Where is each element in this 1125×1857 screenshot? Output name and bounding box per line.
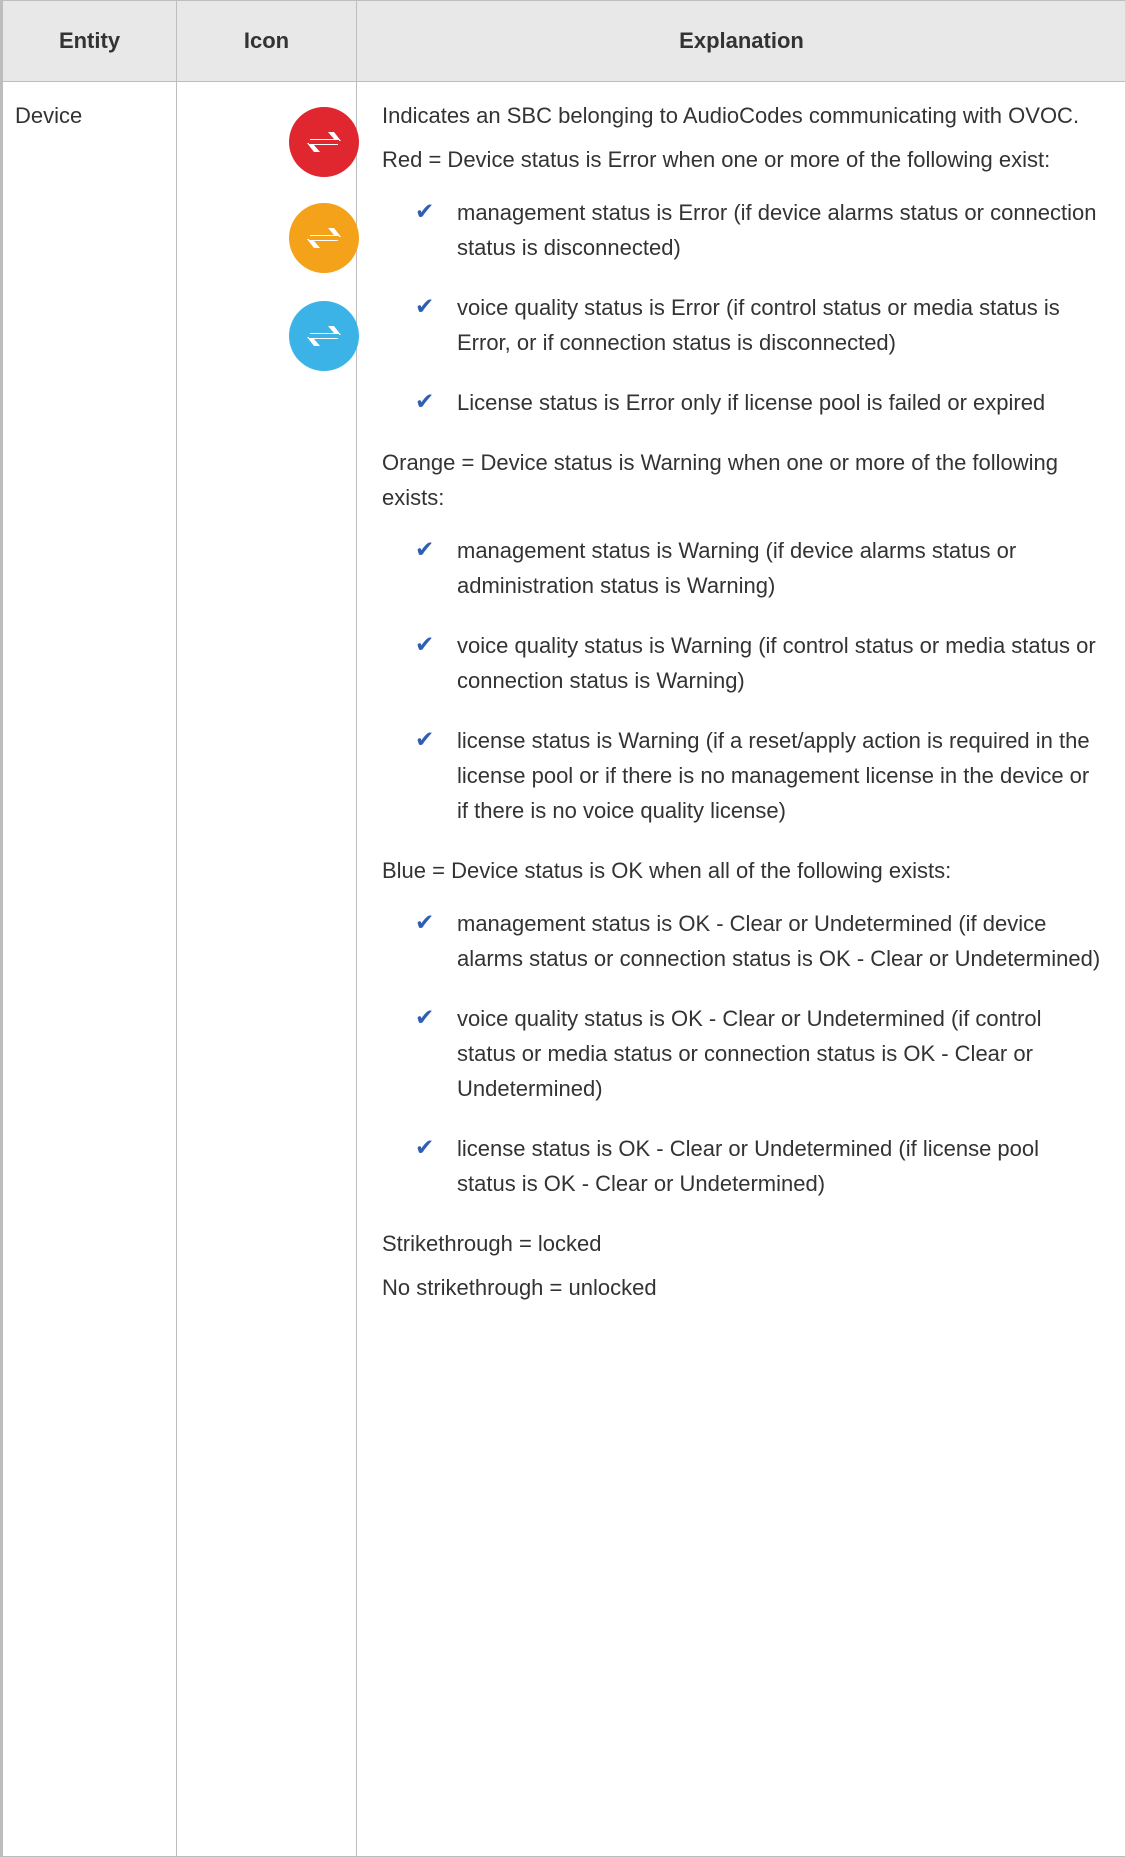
check-icon: ✔ xyxy=(415,389,435,415)
entity-icon-table: Entity Icon Explanation Device Indicates… xyxy=(0,0,1125,1857)
check-icon: ✔ xyxy=(415,910,435,936)
list-item-text: voice quality status is OK - Clear or Un… xyxy=(457,1006,1042,1101)
check-icon: ✔ xyxy=(415,1005,435,1031)
entity-label: Device xyxy=(15,103,83,128)
list-item-text: license status is Warning (if a reset/ap… xyxy=(457,728,1090,823)
list-item-text: voice quality status is Warning (if cont… xyxy=(457,633,1096,693)
check-icon: ✔ xyxy=(415,727,435,753)
device-warning-icon xyxy=(288,202,360,274)
list-item: ✔ management status is Warning (if devic… xyxy=(382,533,1102,603)
device-ok-icon xyxy=(288,300,360,372)
list-item: ✔ license status is Warning (if a reset/… xyxy=(382,723,1102,828)
icon-cell xyxy=(176,81,360,1857)
strikethrough-note: Strikethrough = locked xyxy=(382,1231,602,1256)
list-item: ✔ License status is Error only if licens… xyxy=(382,385,1102,420)
list-item-text: management status is OK - Clear or Undet… xyxy=(457,911,1101,971)
device-ok-icon-svg xyxy=(289,301,359,371)
list-item-text: License status is Error only if license … xyxy=(457,390,1046,415)
list-item-text: management status is Error (if device al… xyxy=(457,200,1097,260)
header-icon: Icon xyxy=(176,0,357,82)
list-item: ✔ management status is Error (if device … xyxy=(382,195,1102,265)
explanation-cell: Indicates an SBC belonging to AudioCodes… xyxy=(356,81,1125,1857)
device-error-icon-svg xyxy=(289,107,359,177)
intro-text: Indicates an SBC belonging to AudioCodes… xyxy=(382,103,1080,128)
red-heading: Red = Device status is Error when one or… xyxy=(382,147,1051,172)
list-item: ✔ management status is OK - Clear or Und… xyxy=(382,906,1102,976)
header-entity: Entity xyxy=(0,0,177,82)
header-explanation: Explanation xyxy=(356,0,1125,82)
list-item: ✔ voice quality status is OK - Clear or … xyxy=(382,1001,1102,1106)
device-warning-icon-svg xyxy=(289,203,359,273)
orange-heading: Orange = Device status is Warning when o… xyxy=(382,450,1059,510)
check-icon: ✔ xyxy=(415,537,435,563)
list-item-text: voice quality status is Error (if contro… xyxy=(457,295,1060,355)
list-item: ✔ voice quality status is Error (if cont… xyxy=(382,290,1102,360)
no-strikethrough-note: No strikethrough = unlocked xyxy=(382,1275,657,1300)
list-item-text: license status is OK - Clear or Undeterm… xyxy=(457,1136,1040,1196)
table-header-row: Entity Icon Explanation xyxy=(0,0,1125,82)
list-item-text: management status is Warning (if device … xyxy=(457,538,1017,598)
check-icon: ✔ xyxy=(415,1135,435,1161)
blue-heading: Blue = Device status is OK when all of t… xyxy=(382,858,952,883)
check-icon: ✔ xyxy=(415,294,435,320)
table-row-device: Device Indicates an SBC belonging to Aud… xyxy=(0,81,1125,1857)
entity-cell: Device xyxy=(0,81,177,1857)
check-icon: ✔ xyxy=(415,632,435,658)
list-item: ✔ voice quality status is Warning (if co… xyxy=(382,628,1102,698)
device-error-icon xyxy=(288,106,360,178)
check-icon: ✔ xyxy=(415,199,435,225)
list-item: ✔ license status is OK - Clear or Undete… xyxy=(382,1131,1102,1201)
